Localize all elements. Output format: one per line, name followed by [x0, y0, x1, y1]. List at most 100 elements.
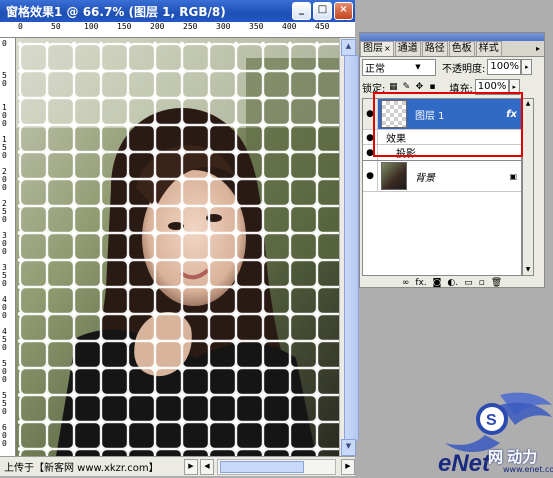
- pane-joint: [179, 122, 185, 128]
- pane-joint: [98, 149, 104, 155]
- tab-layers[interactable]: 图层×: [360, 41, 394, 56]
- pane-joint: [206, 338, 212, 344]
- pane-joint: [125, 338, 131, 344]
- pane-joint: [125, 446, 131, 452]
- pane-joint: [17, 176, 23, 182]
- vertical-ruler[interactable]: 0 50 100 150 200 250 300 350 400 450 500…: [0, 38, 16, 456]
- pane-joint: [71, 311, 77, 317]
- pane-joint: [71, 41, 77, 47]
- ruler-label: 200: [150, 22, 165, 31]
- pane-joint: [152, 68, 158, 74]
- pane-joint: [260, 446, 266, 452]
- close-button[interactable]: ×: [334, 2, 353, 20]
- panel-title-bar[interactable]: [360, 33, 544, 41]
- pane-joint: [152, 392, 158, 398]
- hscroll-thumb[interactable]: [220, 460, 304, 473]
- blend-mode-value: 正常: [365, 63, 385, 75]
- pane-joint: [152, 419, 158, 425]
- horizontal-scrollbar[interactable]: [217, 458, 336, 475]
- pane-joint: [233, 257, 239, 263]
- scroll-left-arrow-icon[interactable]: ◀: [200, 458, 214, 475]
- pane-joint: [314, 122, 320, 128]
- pane-joint: [44, 176, 50, 182]
- pane-joint: [17, 41, 23, 47]
- ruler-label: 250: [183, 22, 198, 31]
- pane-joint: [71, 257, 77, 263]
- status-menu-arrow-icon[interactable]: ▶: [184, 458, 198, 475]
- blend-mode-select[interactable]: 正常 ▼: [362, 58, 436, 76]
- mask-icon[interactable]: ◙: [433, 278, 442, 288]
- layer-name: 背景: [415, 172, 435, 184]
- pane-joint: [98, 311, 104, 317]
- tab-paths[interactable]: 路径: [421, 41, 448, 56]
- pane-joint: [287, 230, 293, 236]
- folder-icon[interactable]: ▭: [464, 278, 473, 288]
- pane-joint: [206, 257, 212, 263]
- pane-joint: [287, 311, 293, 317]
- lock-all-icon[interactable]: ▪: [427, 82, 437, 92]
- pane-joint: [314, 230, 320, 236]
- pane-joint: [179, 41, 185, 47]
- pane-joint: [260, 338, 266, 344]
- scrollbar-thumb[interactable]: [344, 55, 359, 441]
- maximize-button[interactable]: □: [313, 2, 332, 20]
- tab-swatches[interactable]: 色板: [448, 41, 475, 56]
- scroll-down-arrow-icon[interactable]: ▼: [523, 265, 533, 275]
- scroll-down-arrow-icon[interactable]: ▼: [341, 439, 356, 456]
- pane-joint: [98, 68, 104, 74]
- pane-joint: [233, 122, 239, 128]
- highlight-box: [373, 92, 523, 157]
- layer-row-background[interactable]: ● 背景 ▣: [363, 160, 521, 192]
- ruler-label: 100: [2, 103, 7, 128]
- pane-joint: [17, 392, 23, 398]
- lock-transparency-icon[interactable]: ▦: [388, 82, 398, 92]
- pane-joint: [287, 41, 293, 47]
- scroll-up-arrow-icon[interactable]: ▲: [523, 99, 533, 109]
- pane-joint: [17, 284, 23, 290]
- lock-position-icon[interactable]: ✥: [414, 82, 424, 92]
- pane-joint: [314, 365, 320, 371]
- pane-joint: [98, 365, 104, 371]
- tab-channels[interactable]: 通道: [394, 41, 421, 56]
- close-icon[interactable]: ×: [384, 44, 391, 53]
- ruler-label: 0: [18, 22, 23, 31]
- panel-tabs: 图层× 通道 路径 色板 样式 ▸: [360, 41, 544, 57]
- document-title-bar[interactable]: 窗格效果1 @ 66.7% (图层 1, RGB/8) _ □ ×: [0, 0, 355, 22]
- pane-joint: [314, 338, 320, 344]
- visibility-eye-icon[interactable]: ●: [363, 161, 378, 191]
- link-icon[interactable]: ∞: [402, 278, 410, 288]
- ruler-label: 400: [282, 22, 297, 31]
- panel-menu-icon[interactable]: ▸: [532, 42, 544, 56]
- pane-joint: [152, 203, 158, 209]
- new-layer-icon[interactable]: ▫: [479, 278, 485, 288]
- tab-styles[interactable]: 样式: [475, 41, 502, 56]
- pane-joint: [152, 176, 158, 182]
- status-bar: 上传于【新客网 www.xkzr.com】 ▶ ◀ ▶: [0, 456, 355, 476]
- minimize-button[interactable]: _: [292, 2, 311, 20]
- pane-joint: [71, 230, 77, 236]
- layers-scrollbar[interactable]: ▲ ▼: [522, 98, 534, 276]
- pane-joint: [287, 392, 293, 398]
- ruler-label: 500: [2, 359, 7, 384]
- horizontal-ruler[interactable]: 0 50 100 150 200 250 300 350 400 450: [0, 22, 355, 38]
- lock-pixels-icon[interactable]: ✎: [401, 82, 411, 92]
- trash-icon[interactable]: 🗑: [491, 278, 502, 288]
- pane-joint: [98, 257, 104, 263]
- scroll-right-arrow-icon[interactable]: ▶: [341, 458, 355, 475]
- opacity-slider-arrow-icon[interactable]: ▸: [521, 59, 533, 75]
- add-style-icon[interactable]: fx.: [415, 278, 426, 288]
- image-canvas[interactable]: [16, 38, 339, 456]
- scroll-up-arrow-icon[interactable]: ▲: [341, 39, 356, 56]
- pane-joint: [44, 95, 50, 101]
- pane-joint: [206, 68, 212, 74]
- opacity-input[interactable]: 100%: [487, 59, 522, 75]
- pane-joint: [152, 365, 158, 371]
- adjustment-icon[interactable]: ◐.: [447, 278, 458, 288]
- pane-joint: [152, 284, 158, 290]
- pane-joint: [233, 284, 239, 290]
- pane-joint: [260, 41, 266, 47]
- pane-joint: [17, 446, 23, 452]
- ruler-label: 300: [216, 22, 231, 31]
- vertical-scrollbar[interactable]: ▲ ▼: [339, 38, 359, 456]
- watermark-sub: 网 动力: [488, 449, 538, 466]
